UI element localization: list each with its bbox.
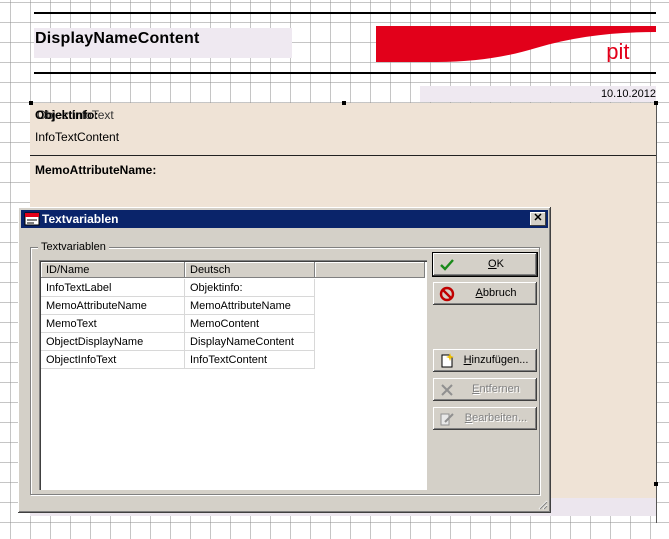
checkmark-path — [440, 259, 454, 271]
logo-text: _pit_ — [593, 39, 642, 62]
report-date-field[interactable]: 10.10.2012 — [601, 88, 656, 100]
column-header-deutsch[interactable]: Deutsch — [185, 262, 315, 278]
selection-handle[interactable] — [654, 101, 658, 105]
close-icon: ✕ — [533, 212, 543, 224]
add-button[interactable]: Hinzufügen... — [433, 349, 537, 372]
column-header-id[interactable]: ID/Name — [41, 262, 185, 278]
memo-attribute-field[interactable]: MemoAttributeName: — [35, 163, 156, 177]
header-top-rule — [34, 12, 656, 14]
pit-logo: _pit_ — [376, 26, 656, 62]
stop-icon — [439, 286, 455, 302]
dialog-titlebar[interactable]: Textvariablen ✕ — [21, 210, 548, 228]
dialog-title: Textvariablen — [42, 212, 119, 226]
selection-handle[interactable] — [342, 101, 346, 105]
groupbox-label: Textvariablen — [38, 241, 109, 253]
ok-button[interactable]: OK — [433, 253, 537, 276]
info-label-field[interactable]: Objektinfo: — [35, 108, 98, 122]
table-row[interactable]: MemoText MemoContent — [41, 315, 425, 333]
add-rest: inzufügen... — [471, 354, 529, 366]
info-text-field[interactable]: InfoTextContent — [35, 130, 119, 144]
cancel-label: Abbruch — [459, 287, 533, 299]
cancel-button[interactable]: Abbruch — [433, 282, 537, 305]
cell-deutsch: InfoTextContent — [185, 351, 315, 369]
cell-deutsch: MemoAttributeName — [185, 297, 315, 315]
edit-document-icon — [440, 413, 454, 426]
edit-label: Bearbeiten... — [459, 412, 533, 424]
new-document-icon — [441, 353, 454, 368]
cell-id: MemoAttributeName — [41, 297, 185, 315]
ok-accel: O — [488, 258, 497, 270]
add-label: Hinzufügen... — [459, 354, 533, 366]
cell-deutsch: DisplayNameContent — [185, 333, 315, 351]
checkmark-icon — [440, 259, 454, 271]
cell-id: InfoTextLabel — [41, 279, 185, 297]
band-right-edge — [656, 103, 657, 523]
band-separator-rule — [30, 155, 657, 156]
cell-id: MemoText — [41, 315, 185, 333]
ok-rest: K — [496, 258, 504, 270]
cancel-rest: bbruch — [482, 287, 517, 299]
delete-x-icon — [441, 384, 453, 396]
table-row[interactable]: MemoAttributeName MemoAttributeName — [41, 297, 425, 315]
remove-label: Entfernen — [459, 383, 533, 395]
column-header-filler — [315, 262, 425, 278]
ok-label: OK — [459, 258, 533, 270]
variables-listview[interactable]: ID/Name Deutsch InfoTextLabel Objektinfo:… — [39, 260, 427, 490]
report-title-field[interactable]: DisplayNameContent — [35, 30, 200, 48]
cell-id: ObjectInfoText — [41, 351, 185, 369]
table-row[interactable]: ObjectInfoText InfoTextContent — [41, 351, 425, 369]
close-button[interactable]: ✕ — [530, 212, 546, 226]
edit-rest: earbeiten... — [472, 412, 528, 424]
cell-id: ObjectDisplayName — [41, 333, 185, 351]
table-row[interactable]: ObjectDisplayName DisplayNameContent — [41, 333, 425, 351]
cancel-accel: A — [475, 287, 483, 299]
textvariablen-dialog: Textvariablen ✕ Textvariablen ID/Name De… — [18, 207, 551, 513]
listview-header: ID/Name Deutsch — [41, 262, 425, 278]
remove-button[interactable]: Entfernen — [433, 378, 537, 401]
cell-deutsch: MemoContent — [185, 315, 315, 333]
selection-handle[interactable] — [654, 482, 658, 486]
cell-deutsch: Objektinfo: — [185, 279, 315, 297]
edit-button[interactable]: Bearbeiten... — [433, 407, 537, 430]
listview-rows: InfoTextLabel Objektinfo: MemoAttributeNam… — [41, 279, 425, 369]
remove-rest: ntfernen — [479, 383, 520, 395]
table-row[interactable]: InfoTextLabel Objektinfo: — [41, 279, 425, 297]
app-icon — [24, 212, 40, 226]
selection-handle[interactable] — [29, 101, 33, 105]
add-accel: H — [463, 354, 472, 366]
resize-grip-icon[interactable] — [536, 498, 548, 510]
header-bottom-rule — [34, 72, 656, 74]
